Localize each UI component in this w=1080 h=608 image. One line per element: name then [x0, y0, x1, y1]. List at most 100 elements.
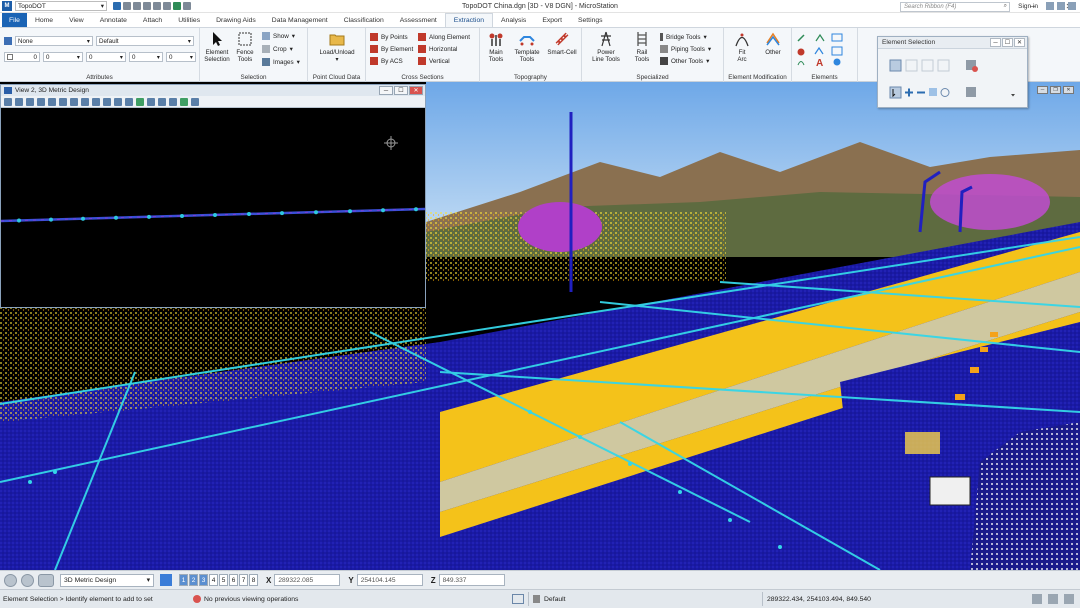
- view-5-button[interactable]: 5: [219, 574, 228, 586]
- ribbon-search-input[interactable]: Search Ribbon (F4) ⌕: [900, 2, 1010, 12]
- view-next-button[interactable]: [21, 573, 34, 587]
- view2-window[interactable]: View 2, 3D Metric Design ─ ☐ ✕: [0, 84, 426, 308]
- display-style-icon[interactable]: [15, 97, 23, 106]
- update-view-icon[interactable]: [26, 97, 34, 106]
- settings-status-icon[interactable]: [1064, 594, 1074, 604]
- tab-assessment[interactable]: Assessment: [392, 13, 445, 27]
- tab-home[interactable]: Home: [27, 13, 61, 27]
- view2-canvas[interactable]: [0, 108, 426, 307]
- render-icon[interactable]: [191, 97, 199, 106]
- help-icon[interactable]: [1057, 2, 1065, 10]
- view-group-combo[interactable]: 3D Metric Design ▾: [60, 573, 154, 587]
- pan-view-icon[interactable]: [92, 97, 100, 106]
- element-selection-titlebar[interactable]: Element Selection ─ ☐ ✕: [878, 37, 1027, 49]
- customize-icon[interactable]: [183, 2, 191, 10]
- lock-icon[interactable]: [533, 595, 540, 603]
- save-icon[interactable]: [133, 2, 141, 10]
- dialog-close-button[interactable]: ✕: [1014, 38, 1025, 47]
- x-coordinate-field[interactable]: 289322.085: [274, 574, 341, 586]
- zoom-in-icon[interactable]: [37, 97, 45, 106]
- vertical-button[interactable]: Vertical: [418, 56, 450, 66]
- view-previous-icon[interactable]: [114, 97, 122, 106]
- options-icon[interactable]: [1068, 2, 1076, 10]
- view-groups-button[interactable]: [38, 573, 54, 587]
- load-unload-button[interactable]: Load/Unload ▾: [314, 31, 360, 63]
- file-status-icon[interactable]: [1032, 594, 1042, 604]
- power-line-tools-button[interactable]: Power Line Tools: [586, 31, 626, 63]
- window-area-icon[interactable]: [59, 97, 67, 106]
- other-modification-button[interactable]: Other: [758, 31, 788, 56]
- dialog-minimize-button[interactable]: ─: [990, 38, 1001, 47]
- viewport-restore-button[interactable]: ❐: [1050, 86, 1061, 94]
- crop-button[interactable]: Crop ▾: [262, 44, 293, 54]
- view-3-button[interactable]: 3: [199, 574, 208, 586]
- rotate-view-icon[interactable]: [81, 97, 89, 106]
- print-icon[interactable]: [143, 2, 151, 10]
- clip-volume-icon[interactable]: [147, 97, 155, 106]
- zoom-out-icon[interactable]: [48, 97, 56, 106]
- walk-icon[interactable]: [103, 97, 111, 106]
- viewport-minimize-button[interactable]: ─: [1037, 86, 1048, 94]
- fence-tools-button[interactable]: Fence Tools: [232, 31, 258, 63]
- undo-icon[interactable]: [153, 2, 161, 10]
- fit-view-icon[interactable]: [70, 97, 78, 106]
- piping-tools-button[interactable]: Piping Tools ▾: [660, 44, 711, 54]
- element-selection-tools[interactable]: [878, 49, 1027, 107]
- dialog-maximize-button[interactable]: ☐: [1002, 38, 1013, 47]
- text-style-combo[interactable]: Default ▾: [96, 36, 194, 46]
- view2-minimize-button[interactable]: ─: [379, 86, 393, 95]
- tab-extraction[interactable]: Extraction: [444, 13, 494, 27]
- user-icon[interactable]: [1046, 2, 1054, 10]
- tab-export[interactable]: Export: [534, 13, 570, 27]
- view-next-icon[interactable]: [125, 97, 133, 106]
- view-toggles-icon[interactable]: [169, 97, 177, 106]
- line-style-combo[interactable]: 0 ▾: [43, 52, 83, 62]
- along-element-button[interactable]: Along Element: [418, 32, 470, 42]
- transparency-combo[interactable]: 0 ▾: [129, 52, 163, 62]
- color-combo[interactable]: 0: [4, 52, 40, 62]
- view-2-button[interactable]: 2: [189, 574, 198, 586]
- view-4-button[interactable]: 4: [209, 574, 218, 586]
- camera-icon[interactable]: [180, 97, 188, 106]
- other-tools-button[interactable]: Other Tools ▾: [660, 56, 709, 66]
- copy-view-icon[interactable]: [158, 97, 166, 106]
- smart-cell-button[interactable]: Smart-Cell: [544, 31, 580, 56]
- workspace-select[interactable]: TopoDOT ▾: [15, 1, 107, 11]
- element-selection-button[interactable]: Element Selection: [202, 31, 232, 63]
- rail-tools-button[interactable]: Rail Tools: [630, 31, 654, 63]
- by-points-button[interactable]: By Points: [370, 32, 408, 42]
- tab-drawing-aids[interactable]: Drawing Aids: [208, 13, 264, 27]
- view-1-button[interactable]: 1: [179, 574, 188, 586]
- view-6-button[interactable]: 6: [229, 574, 238, 586]
- priority-combo[interactable]: 0 ▾: [166, 52, 196, 62]
- viewport-close-button[interactable]: ✕: [1063, 86, 1074, 94]
- view2-titlebar[interactable]: View 2, 3D Metric Design ─ ☐ ✕: [1, 85, 425, 96]
- message-error-icon[interactable]: [193, 595, 201, 603]
- tab-utilities[interactable]: Utilities: [170, 13, 208, 27]
- active-level-status[interactable]: Default: [544, 596, 744, 603]
- view2-close-button[interactable]: ✕: [409, 86, 423, 95]
- new-file-icon[interactable]: [113, 2, 121, 10]
- view-8-button[interactable]: 8: [249, 574, 258, 586]
- tab-view[interactable]: View: [61, 13, 92, 27]
- images-button[interactable]: Images ▾: [262, 57, 300, 67]
- tab-settings[interactable]: Settings: [570, 13, 611, 27]
- redo-icon[interactable]: [163, 2, 171, 10]
- view-7-button[interactable]: 7: [239, 574, 248, 586]
- show-button[interactable]: Show ▾: [262, 31, 295, 41]
- template-tools-button[interactable]: Template Tools: [511, 31, 543, 63]
- tab-attach[interactable]: Attach: [135, 13, 170, 27]
- tab-file[interactable]: File: [2, 13, 27, 27]
- view-previous-button[interactable]: [4, 573, 17, 587]
- pin-icon[interactable]: [173, 2, 181, 10]
- weight-combo[interactable]: 0 ▾: [86, 52, 126, 62]
- tab-classification[interactable]: Classification: [336, 13, 392, 27]
- by-acs-button[interactable]: By ACS: [370, 56, 403, 66]
- sign-in-link[interactable]: Sign in: [1018, 3, 1038, 10]
- tab-data-management[interactable]: Data Management: [264, 13, 336, 27]
- horizontal-button[interactable]: Horizontal: [418, 44, 457, 54]
- open-file-icon[interactable]: [123, 2, 131, 10]
- view2-maximize-button[interactable]: ☐: [394, 86, 408, 95]
- tab-annotate[interactable]: Annotate: [92, 13, 135, 27]
- by-element-button[interactable]: By Element: [370, 44, 413, 54]
